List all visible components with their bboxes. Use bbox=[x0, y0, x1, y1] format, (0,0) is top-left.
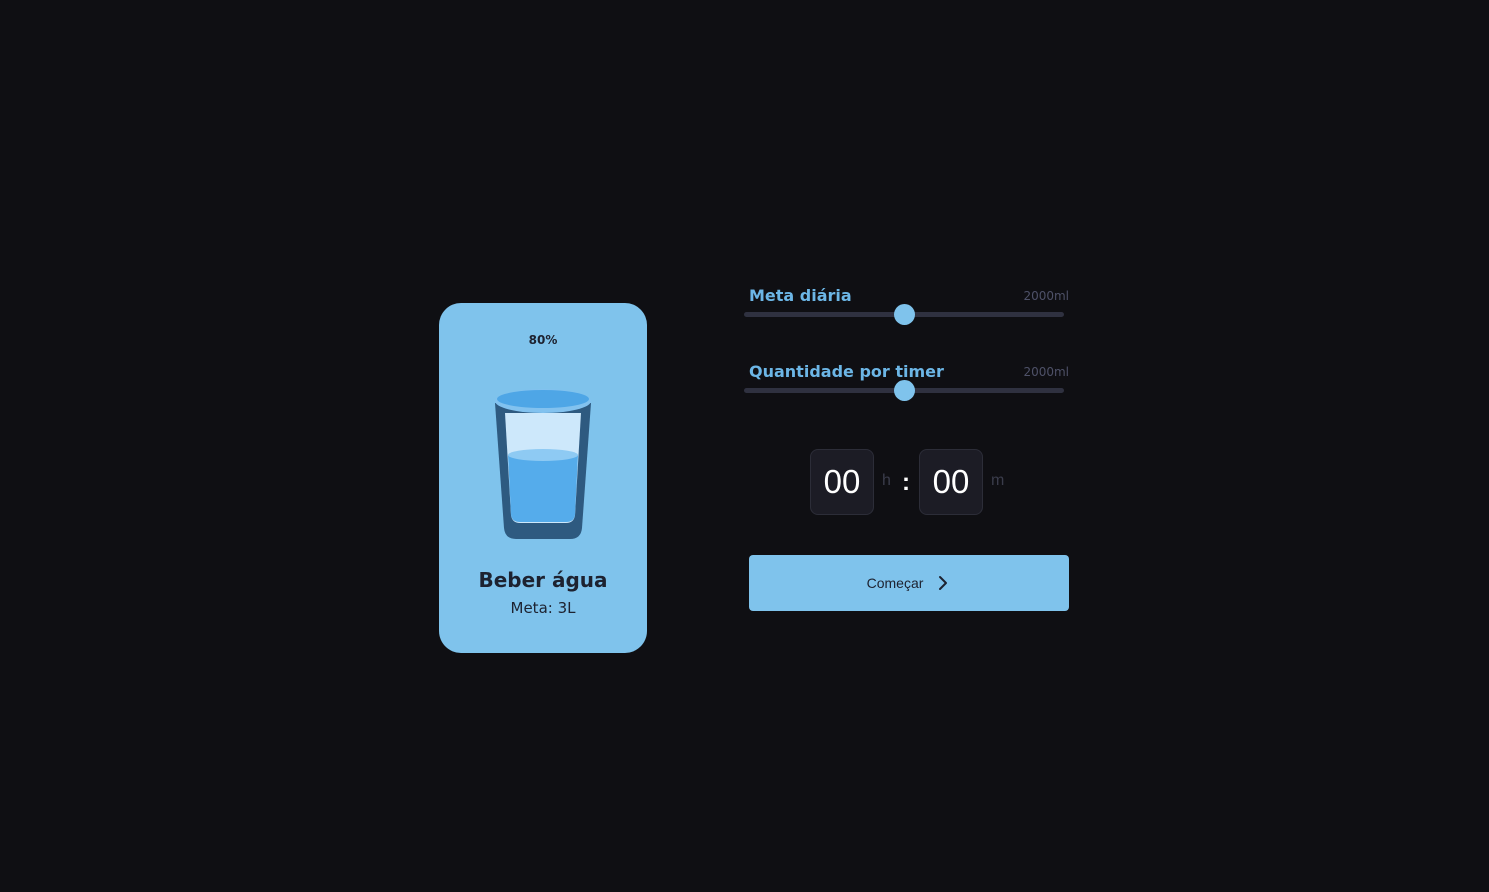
daily-goal-value: 2000ml bbox=[1023, 289, 1069, 303]
slider-thumb[interactable] bbox=[894, 304, 915, 325]
water-glass-icon bbox=[493, 385, 593, 540]
start-button-label: Começar bbox=[866, 575, 924, 591]
hours-input[interactable]: 00 bbox=[810, 449, 874, 515]
time-separator: : bbox=[902, 469, 910, 496]
chevron-right-icon bbox=[935, 575, 951, 591]
card-goal: Meta: 3L bbox=[510, 599, 576, 617]
card-title: Beber água bbox=[478, 568, 608, 592]
progress-percent: 80% bbox=[528, 333, 558, 347]
start-button[interactable]: Começar bbox=[749, 555, 1069, 611]
per-timer-label: Quantidade por timer bbox=[749, 362, 944, 381]
water-card: 80% Beber água Meta: 3L bbox=[439, 303, 647, 653]
per-timer-slider[interactable]: Quantidade por timer 2000ml bbox=[744, 362, 1070, 412]
minutes-input[interactable]: 00 bbox=[919, 449, 983, 515]
daily-goal-label: Meta diária bbox=[749, 286, 852, 305]
hours-unit-label: h bbox=[882, 472, 891, 489]
per-timer-value: 2000ml bbox=[1023, 365, 1069, 379]
slider-thumb[interactable] bbox=[894, 380, 915, 401]
app-root: 80% Beber água Meta: 3L Meta diária 2000… bbox=[0, 0, 1489, 892]
daily-goal-slider[interactable]: Meta diária 2000ml bbox=[744, 286, 1070, 336]
minutes-unit-label: m bbox=[991, 472, 1005, 489]
